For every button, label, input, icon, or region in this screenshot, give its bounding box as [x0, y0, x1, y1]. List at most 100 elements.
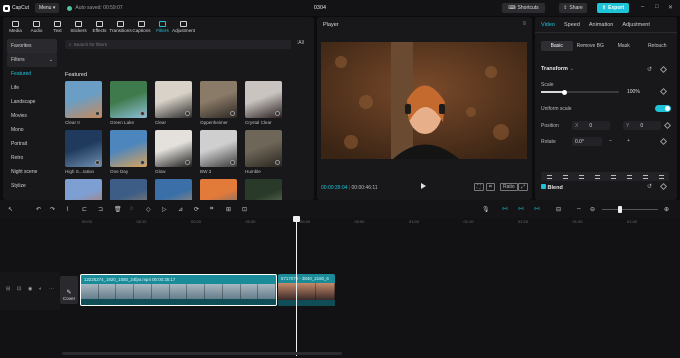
filter-thumbnail[interactable]	[65, 130, 102, 167]
ai-tool-icon[interactable]: ⊡	[242, 206, 247, 213]
time-ruler[interactable]: 00:00 00:10 00:20 00:30 00:40 00:50 01:00 01:10…	[60, 218, 680, 226]
download-icon[interactable]	[230, 160, 235, 165]
blend-section[interactable]: Blend	[541, 184, 563, 191]
align-middle-icon[interactable]	[610, 174, 616, 179]
fit-icon[interactable]: ⇔	[576, 206, 582, 212]
track-lock-icon[interactable]: ⊟	[6, 286, 10, 292]
keyframe-icon[interactable]	[659, 65, 668, 74]
play-icon[interactable]	[421, 183, 426, 189]
share-button[interactable]: ⇪ Share	[559, 3, 587, 13]
transform-section[interactable]: Transform ⌄	[541, 66, 574, 72]
sidebar-item-filters[interactable]: Filters ⌄	[7, 53, 57, 67]
timeline-scrollbar[interactable]	[62, 352, 342, 355]
align-bottom-icon[interactable]	[626, 174, 632, 179]
reverse-icon[interactable]: ▷	[162, 206, 167, 213]
mask-icon[interactable]: ◌	[130, 206, 134, 212]
tool-effects[interactable]: Effects	[89, 17, 110, 37]
export-button[interactable]: ⇧ Export	[597, 3, 629, 13]
filter-card[interactable]: Crystal Clear	[245, 81, 282, 126]
sidebar-item-stylize[interactable]: Stylize	[7, 179, 57, 193]
player-menu-icon[interactable]: ≡	[522, 21, 526, 27]
blend-reset-icon[interactable]: ↺	[647, 183, 652, 190]
track-mute-icon[interactable]: ◐	[39, 286, 42, 292]
sidebar-item-portrait[interactable]: Portrait	[7, 137, 57, 151]
subtab-basic[interactable]: Basic	[541, 41, 573, 51]
distribute-v-icon[interactable]	[658, 174, 664, 179]
fullscreen-preview-icon[interactable]: ⛶	[474, 183, 484, 191]
tool-adjustment[interactable]: Adjustment	[172, 17, 195, 37]
sidebar-item-landscape[interactable]: Landscape	[7, 95, 57, 109]
ratio-button[interactable]: Ratio	[500, 183, 518, 191]
filter-card[interactable]: BW 3	[200, 130, 237, 175]
download-icon[interactable]	[140, 111, 145, 116]
blend-keyframe-icon[interactable]	[659, 182, 668, 191]
tab-adjustment[interactable]: Adjustment	[622, 22, 650, 28]
filter-card[interactable]: Clear	[155, 81, 192, 126]
filter-thumbnail[interactable]	[155, 130, 192, 167]
close-icon[interactable]: ✕	[668, 4, 673, 11]
scale-slider-handle[interactable]	[561, 89, 567, 95]
filter-card[interactable]: Green Lake	[110, 81, 147, 126]
filter-thumbnail[interactable]	[110, 130, 147, 167]
search-input[interactable]: ⌕ Search for filters	[65, 40, 291, 49]
undo-icon[interactable]: ↶	[36, 206, 41, 213]
rotate-keyframe-icon[interactable]	[659, 137, 668, 146]
download-icon[interactable]	[140, 160, 145, 165]
sidebar-item-featured[interactable]: Featured	[7, 67, 57, 81]
filter-thumbnail[interactable]	[245, 130, 282, 167]
zoom-slider-handle[interactable]	[618, 206, 622, 213]
filter-card[interactable]: Glow	[155, 130, 192, 175]
rotate-field[interactable]: 0.0°	[572, 137, 602, 146]
download-icon[interactable]	[275, 111, 280, 116]
split-left-icon[interactable]: ⊏	[82, 206, 87, 213]
filter-card[interactable]: Clear II	[65, 81, 102, 126]
shortcuts-button[interactable]: ⌨ Shortcuts	[502, 3, 545, 13]
uniform-scale-toggle[interactable]	[655, 105, 671, 112]
download-icon[interactable]	[95, 111, 100, 116]
expand-icon[interactable]: ⤢	[518, 183, 529, 191]
sidebar-item-retro[interactable]: Retro	[7, 151, 57, 165]
split-right-icon[interactable]: ⊐	[98, 206, 103, 213]
filter-card[interactable]: Oppenheimer	[200, 81, 237, 126]
subtab-remove-bg[interactable]: Remove BG	[575, 41, 607, 51]
link-audio-icon[interactable]: ⧟	[518, 206, 524, 213]
subtab-mask[interactable]: Mask	[608, 41, 640, 51]
download-icon[interactable]	[230, 111, 235, 116]
rotate-plus-icon[interactable]: +	[627, 138, 630, 144]
zoom-slider[interactable]	[602, 209, 658, 210]
minimize-icon[interactable]: –	[641, 4, 644, 10]
zoom-out-icon[interactable]: ⊖	[590, 206, 595, 213]
subtab-retouch[interactable]: Retouch	[642, 41, 674, 51]
tab-video[interactable]: Video	[541, 22, 555, 28]
mirror-icon[interactable]: ⊿	[178, 206, 183, 213]
align-center-icon[interactable]	[562, 174, 568, 179]
filter-dropdown[interactable]: ⫶All	[297, 40, 304, 46]
crop-tool-icon[interactable]: ⌗	[210, 206, 213, 213]
filter-card[interactable]: High S...ration	[65, 130, 102, 175]
tool-transitions[interactable]: Transitions	[109, 17, 132, 37]
playhead[interactable]	[293, 216, 300, 356]
align-left-icon[interactable]	[546, 174, 552, 179]
download-icon[interactable]	[185, 160, 190, 165]
tool-stickers[interactable]: Stickers	[68, 17, 89, 37]
sidebar-item-night-scene[interactable]: Night scene	[7, 165, 57, 179]
align-top-icon[interactable]	[594, 174, 600, 179]
filter-thumbnail[interactable]	[110, 81, 147, 118]
tab-animation[interactable]: Animation	[589, 22, 613, 28]
zoom-in-icon[interactable]: ⊕	[664, 206, 669, 213]
download-icon[interactable]	[275, 160, 280, 165]
filter-thumbnail[interactable]	[65, 81, 102, 118]
link-main-icon[interactable]: ⧟	[502, 206, 508, 213]
split-icon[interactable]: ⌇	[66, 206, 69, 213]
filter-thumbnail[interactable]	[245, 81, 282, 118]
tool-captions[interactable]: Captions	[131, 17, 152, 37]
tool-text[interactable]: Text	[47, 17, 68, 37]
maximize-icon[interactable]: □	[655, 4, 659, 10]
filter-card[interactable]: One Day	[110, 130, 147, 175]
rotate-icon[interactable]: ⟳	[194, 206, 199, 213]
video-preview[interactable]	[321, 42, 527, 159]
position-keyframe-icon[interactable]	[663, 121, 672, 130]
rotate-minus-icon[interactable]: –	[609, 138, 612, 144]
scale-keyframe-icon[interactable]	[659, 87, 668, 96]
link-snap-icon[interactable]: ⧟	[534, 206, 540, 213]
